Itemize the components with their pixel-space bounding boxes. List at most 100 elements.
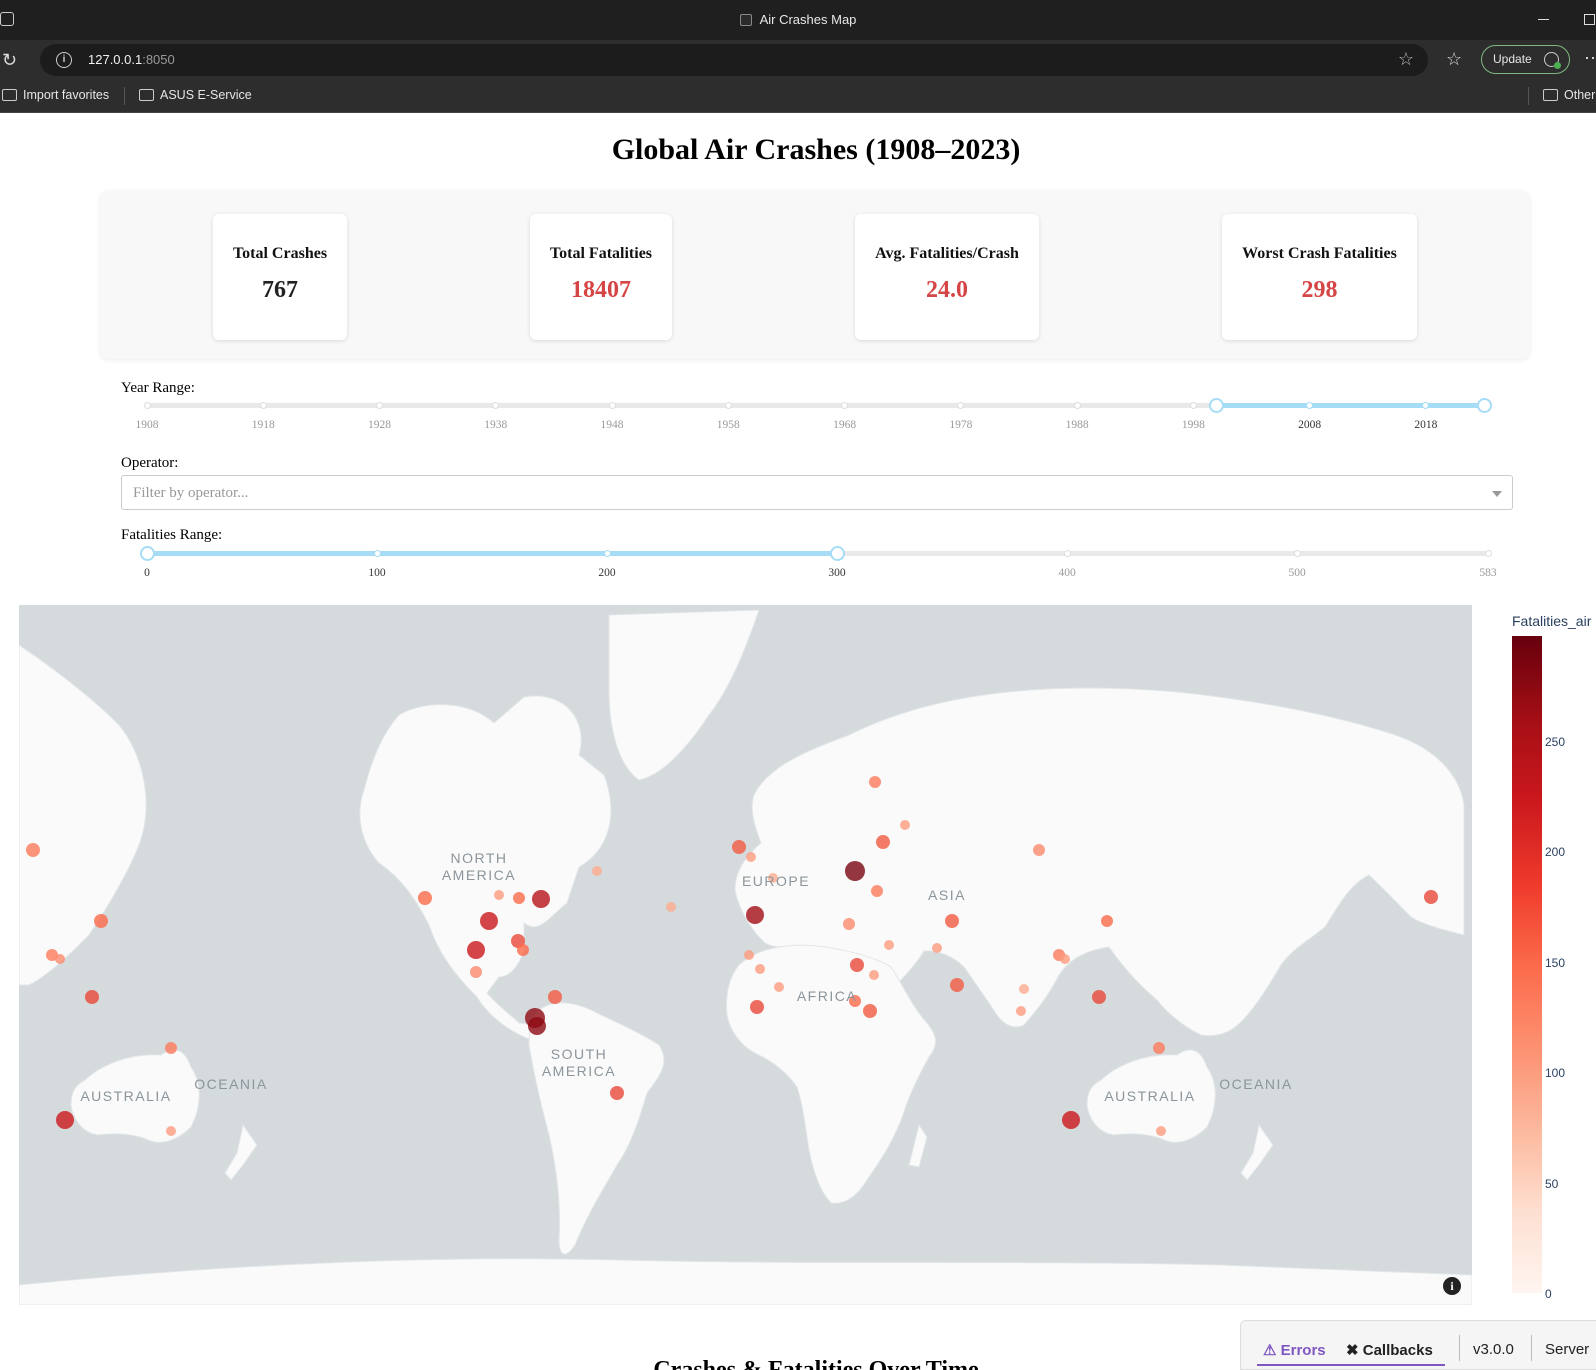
crash-marker[interactable] [884, 940, 894, 950]
slider-mark-label: 1978 [949, 419, 973, 431]
slider-tick [1063, 550, 1071, 557]
crash-marker[interactable] [532, 890, 550, 908]
crash-marker[interactable] [732, 840, 746, 854]
callbacks-tab[interactable]: ✖ Callbacks [1346, 1341, 1433, 1359]
crash-marker[interactable] [56, 1111, 74, 1129]
slider-tick [259, 402, 267, 409]
crash-marker[interactable] [1060, 954, 1070, 964]
crash-marker[interactable] [26, 843, 40, 857]
crash-marker[interactable] [871, 885, 883, 897]
crash-marker[interactable] [470, 966, 482, 978]
crash-marker[interactable] [548, 990, 562, 1004]
crash-marker[interactable] [418, 891, 432, 905]
chevron-down-icon[interactable] [1492, 491, 1502, 497]
crash-map[interactable]: NORTH AMERICA EUROPE ASIA AFRICA SOUTH AME… [19, 605, 1472, 1305]
slider-mark-label: 1908 [135, 419, 159, 431]
slider-mark-label: 2018 [1414, 419, 1438, 431]
crash-marker[interactable] [755, 964, 765, 974]
asia-left-land [19, 644, 147, 986]
crash-marker[interactable] [746, 906, 764, 924]
colorbar-tick: 100 [1545, 1066, 1566, 1080]
favorites-icon[interactable]: ☆ [1446, 49, 1462, 70]
crash-marker[interactable] [774, 982, 784, 992]
crash-marker[interactable] [517, 944, 529, 956]
site-info-icon[interactable]: i [56, 52, 72, 68]
bookmark-star-icon[interactable]: ☆ [1398, 49, 1414, 70]
crash-marker[interactable] [843, 918, 855, 930]
crash-marker[interactable] [1153, 1042, 1165, 1054]
crash-marker[interactable] [1016, 1006, 1026, 1016]
crash-marker[interactable] [932, 943, 942, 953]
crash-marker[interactable] [1156, 1126, 1166, 1136]
crash-marker[interactable] [863, 1004, 877, 1018]
crash-marker[interactable] [610, 1086, 624, 1100]
slider-tick [1484, 550, 1492, 557]
url-text[interactable]: 127.0.0.1:8050 [88, 52, 175, 67]
server-status[interactable]: Server [1545, 1341, 1589, 1358]
update-button[interactable]: Update [1481, 45, 1570, 74]
address-bar[interactable]: i 127.0.0.1:8050 ☆ [40, 44, 1428, 76]
crash-marker[interactable] [85, 990, 99, 1004]
stat-label: Total Crashes [232, 245, 328, 262]
crash-marker[interactable] [845, 861, 865, 881]
crash-marker[interactable] [55, 954, 65, 964]
crash-marker[interactable] [513, 892, 525, 904]
crash-marker[interactable] [869, 970, 879, 980]
crash-marker[interactable] [1019, 984, 1029, 994]
fatalities-range-label: Fatalities Range: [121, 527, 223, 543]
maximize-icon[interactable] [1584, 14, 1595, 25]
slider-mark-label: 1928 [368, 419, 392, 431]
slider-handle-min[interactable] [139, 546, 155, 561]
stat-card-total-crashes: Total Crashes 767 [213, 214, 347, 340]
crash-marker[interactable] [876, 835, 890, 849]
reload-icon[interactable]: ↻ [2, 50, 22, 70]
crash-marker[interactable] [1092, 990, 1106, 1004]
slider-handle-min[interactable] [1209, 398, 1225, 413]
slider-tick [143, 402, 151, 409]
crash-marker[interactable] [94, 914, 108, 928]
crash-marker[interactable] [950, 978, 964, 992]
crash-marker[interactable] [165, 1042, 177, 1054]
fatalities-range-slider[interactable]: 0 100 200 300 400 500 583 [139, 543, 1497, 579]
crash-marker[interactable] [1062, 1111, 1080, 1129]
crash-marker[interactable] [666, 902, 676, 912]
stat-label: Worst Crash Fatalities [1242, 245, 1397, 262]
new-zealand-land [1240, 1123, 1274, 1181]
crash-marker[interactable] [494, 890, 504, 900]
bookmark-label: Other [1564, 88, 1596, 102]
crash-marker[interactable] [945, 914, 959, 928]
crash-marker[interactable] [744, 950, 754, 960]
crash-marker[interactable] [869, 776, 881, 788]
crash-marker[interactable] [1033, 844, 1045, 856]
slider-tick [608, 402, 616, 409]
minimize-icon[interactable] [1538, 19, 1549, 20]
slider-handle-max[interactable] [1476, 398, 1492, 413]
crash-marker[interactable] [1101, 915, 1113, 927]
bookmark-other[interactable]: Other [1543, 88, 1595, 102]
crash-marker[interactable] [746, 852, 756, 862]
slider-mark-label: 200 [598, 567, 616, 579]
continent-label-australia-left: AUSTRALIA [80, 1088, 171, 1104]
crash-marker[interactable] [467, 941, 485, 959]
slider-handle-max[interactable] [829, 546, 845, 561]
crash-marker[interactable] [1424, 890, 1438, 904]
stat-value: 298 [1301, 277, 1338, 303]
errors-tab[interactable]: ⚠ Errors [1263, 1341, 1326, 1359]
crash-marker[interactable] [166, 1126, 176, 1136]
stat-label: Avg. Fatalities/Crash [875, 245, 1019, 262]
crash-marker[interactable] [750, 1000, 764, 1014]
operator-dropdown[interactable]: Filter by operator... [121, 475, 1513, 510]
crash-marker[interactable] [592, 866, 602, 876]
more-menu-icon[interactable]: ⋯ [1584, 48, 1596, 69]
bookmark-import-favorites[interactable]: Import favorites [2, 88, 109, 102]
crash-marker[interactable] [528, 1017, 546, 1035]
crash-marker[interactable] [850, 958, 864, 972]
year-range-slider[interactable]: 1908 1918 1928 1938 1948 1958 1968 1978 1988 1998… [136, 395, 1492, 431]
crash-marker[interactable] [900, 820, 910, 830]
update-label: Update [1493, 52, 1532, 66]
crash-marker[interactable] [480, 912, 498, 930]
stat-card-total-fatalities: Total Fatalities 18407 [530, 214, 672, 340]
map-canvas[interactable]: NORTH AMERICA EUROPE ASIA AFRICA SOUTH AME… [19, 605, 1472, 1305]
info-icon[interactable]: i [1443, 1277, 1461, 1295]
bookmark-asus-eservice[interactable]: ASUS E-Service [139, 88, 252, 102]
